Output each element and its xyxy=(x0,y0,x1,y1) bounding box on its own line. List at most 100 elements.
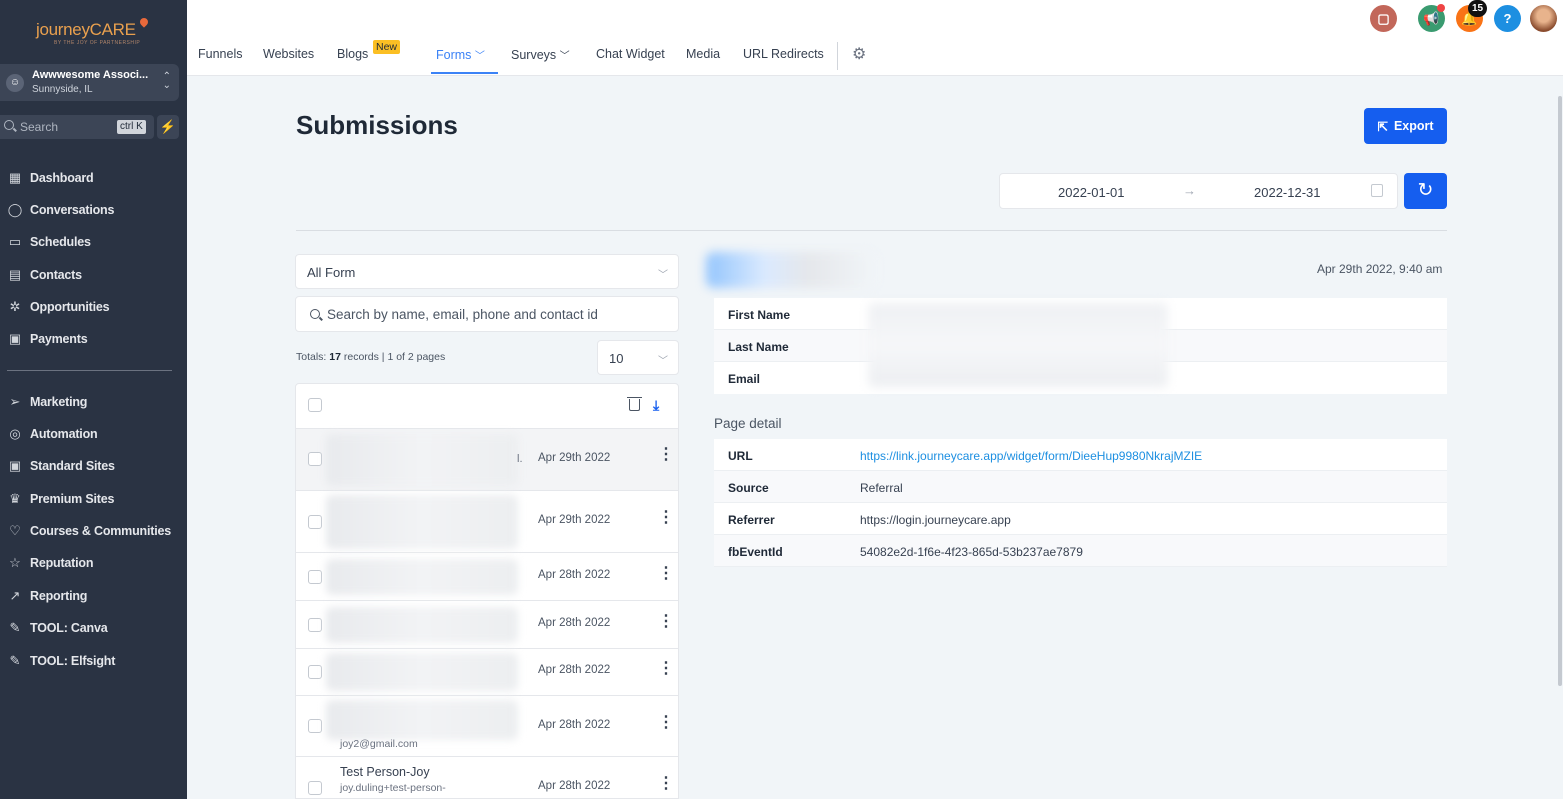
list-item[interactable]: l. Apr 29th 2022 ⋮ xyxy=(296,429,678,491)
sidebar-item-marketing[interactable]: ➢ Marketing xyxy=(0,390,187,414)
more-vertical-icon[interactable]: ⋮ xyxy=(658,776,674,792)
tab-funnels[interactable]: Funnels xyxy=(198,47,242,61)
tab-blogs[interactable]: Blogs xyxy=(337,47,368,61)
star-icon: ☆ xyxy=(9,555,21,570)
scrollbar-thumb[interactable] xyxy=(1558,96,1562,686)
row-checkbox[interactable] xyxy=(308,719,322,733)
sidebar-item-label: Automation xyxy=(30,427,98,441)
tab-forms[interactable]: Forms ﹀ xyxy=(436,47,485,62)
sidebar-item-label: Courses & Communities xyxy=(30,524,171,538)
account-location: Sunnyside, IL xyxy=(32,84,93,95)
list-item[interactable]: Test Person-Joy joy.duling+test-person- … xyxy=(296,757,678,798)
row-checkbox[interactable] xyxy=(308,781,322,795)
page-title: Submissions xyxy=(296,110,458,140)
export-label: Export xyxy=(1393,119,1434,133)
redacted-contact-header xyxy=(706,252,876,288)
tab-url-redirects[interactable]: URL Redirects xyxy=(743,47,824,61)
field-key: First Name xyxy=(728,308,791,322)
sidebar-item-courses[interactable]: ♡ Courses & Communities xyxy=(0,519,187,543)
more-vertical-icon[interactable]: ⋮ xyxy=(658,566,674,582)
detail-url-link[interactable]: https://link.journeycare.app/widget/form… xyxy=(860,449,1202,463)
chat-support-button[interactable]: ▢ xyxy=(1370,5,1397,32)
chevron-updown-icon: ⌃ ⌄ xyxy=(162,71,171,91)
avatar[interactable] xyxy=(1530,5,1557,32)
date-start[interactable]: 2022-01-01 xyxy=(1058,185,1125,200)
row-checkbox[interactable] xyxy=(308,665,322,679)
more-vertical-icon[interactable]: ⋮ xyxy=(658,661,674,677)
sidebar-item-premium-sites[interactable]: ♛ Premium Sites xyxy=(0,487,187,511)
list-item[interactable]: Apr 28th 2022 ⋮ xyxy=(296,649,678,696)
download-icon[interactable]: ⤓ xyxy=(653,397,659,414)
account-switcher[interactable]: ☺ Awwwesome Associ... Sunnyside, IL ⌃ ⌄ xyxy=(0,64,179,101)
totals-prefix: Totals: xyxy=(296,351,330,363)
send-icon: ➢ xyxy=(9,394,21,409)
date-end[interactable]: 2022-12-31 xyxy=(1254,185,1321,200)
sidebar-item-reporting[interactable]: ↗ Reporting xyxy=(0,584,187,608)
row-date: Apr 28th 2022 xyxy=(538,617,611,629)
row-checkbox[interactable] xyxy=(308,570,322,584)
row-date: Apr 28th 2022 xyxy=(538,569,611,581)
sidebar-item-conversations[interactable]: ◯ Conversations xyxy=(0,198,187,222)
search-placeholder: Search by name, email, phone and contact… xyxy=(327,307,598,322)
sidebar-item-opportunities[interactable]: ✲ Opportunities xyxy=(0,295,187,319)
date-range-picker[interactable]: 2022-01-01 → 2022-12-31 xyxy=(999,173,1398,209)
sidebar-item-payments[interactable]: ▣ Payments xyxy=(0,327,187,351)
more-vertical-icon[interactable]: ⋮ xyxy=(658,510,674,526)
search-icon xyxy=(310,309,320,319)
detail-value: 54082e2d-1f6e-4f23-865d-53b237ae7879 xyxy=(860,545,1083,559)
page-size-select[interactable]: 10 ﹀ xyxy=(597,340,679,375)
logo-text: journeyCARE xyxy=(36,20,136,39)
more-vertical-icon[interactable]: ⋮ xyxy=(658,715,674,731)
sidebar-item-dashboard[interactable]: ▦ Dashboard xyxy=(0,166,187,190)
detail-key: URL xyxy=(728,449,753,463)
list-item[interactable]: Apr 29th 2022 ⋮ xyxy=(296,491,678,553)
form-filter-select[interactable]: All Form ﹀ xyxy=(295,254,679,289)
field-key: Last Name xyxy=(728,340,789,354)
detail-key: fbEventId xyxy=(728,545,783,559)
sidebar-item-contacts[interactable]: ▤ Contacts xyxy=(0,263,187,287)
sidebar-item-automation[interactable]: ◎ Automation xyxy=(0,422,187,446)
refresh-button[interactable]: ↻ xyxy=(1404,173,1447,209)
sidebar-item-schedules[interactable]: ▭ Schedules xyxy=(0,230,187,254)
list-item[interactable]: joy2@gmail.com Apr 28th 2022 ⋮ xyxy=(296,696,678,757)
row-checkbox[interactable] xyxy=(308,452,322,466)
row-email: joy2@gmail.com xyxy=(340,738,418,750)
sidebar-item-standard-sites[interactable]: ▣ Standard Sites xyxy=(0,454,187,478)
sidebar: journeyCARE BY THE JOY OF PARTNERSHIP ☺ … xyxy=(0,0,187,799)
sidebar-item-tool-elfsight[interactable]: ✎ TOOL: Elfsight xyxy=(0,649,187,673)
sidebar-item-reputation[interactable]: ☆ Reputation xyxy=(0,551,187,575)
tab-forms-label: Forms xyxy=(436,48,472,62)
chevron-down-icon: ﹀ xyxy=(474,51,485,62)
calendar-icon xyxy=(1371,184,1383,197)
gear-icon[interactable]: ⚙ xyxy=(852,47,868,63)
brand-logo[interactable]: journeyCARE BY THE JOY OF PARTNERSHIP xyxy=(30,14,150,48)
tab-surveys[interactable]: Surveys ﹀ xyxy=(511,47,570,62)
row-checkbox[interactable] xyxy=(308,618,322,632)
search-input[interactable]: Search by name, email, phone and contact… xyxy=(295,296,679,332)
tab-websites[interactable]: Websites xyxy=(263,47,314,61)
account-icon: ☺ xyxy=(6,74,24,92)
megaphone-icon: 📢 xyxy=(1423,11,1440,26)
list-item[interactable]: Apr 28th 2022 ⋮ xyxy=(296,553,678,601)
page-detail-heading: Page detail xyxy=(714,416,782,431)
trash-icon[interactable] xyxy=(627,397,642,411)
row-checkbox[interactable] xyxy=(308,515,322,529)
row-date: Apr 29th 2022 xyxy=(538,452,611,464)
sidebar-search[interactable]: Search ctrl K xyxy=(0,115,154,139)
tab-separator xyxy=(837,42,838,70)
list-item[interactable]: Apr 28th 2022 ⋮ xyxy=(296,601,678,649)
more-vertical-icon[interactable]: ⋮ xyxy=(658,614,674,630)
more-vertical-icon[interactable]: ⋮ xyxy=(658,447,674,463)
tab-media[interactable]: Media xyxy=(686,47,720,61)
help-button[interactable]: ? xyxy=(1494,5,1521,32)
tab-chat-widget[interactable]: Chat Widget xyxy=(596,47,665,61)
export-button[interactable]: ⇱ Export xyxy=(1364,108,1447,144)
dashboard-icon: ▦ xyxy=(8,170,22,185)
top-nav: Funnels Websites Blogs New Forms ﹀ Surve… xyxy=(187,0,1563,76)
sidebar-item-tool-canva[interactable]: ✎ TOOL: Canva xyxy=(0,616,187,640)
quick-action-button[interactable]: ⚡ xyxy=(157,115,179,139)
sidebar-search-label: Search xyxy=(20,120,59,134)
sidebar-item-label: Contacts xyxy=(30,268,82,282)
row-date: Apr 28th 2022 xyxy=(538,719,611,731)
select-all-checkbox[interactable] xyxy=(308,398,322,412)
